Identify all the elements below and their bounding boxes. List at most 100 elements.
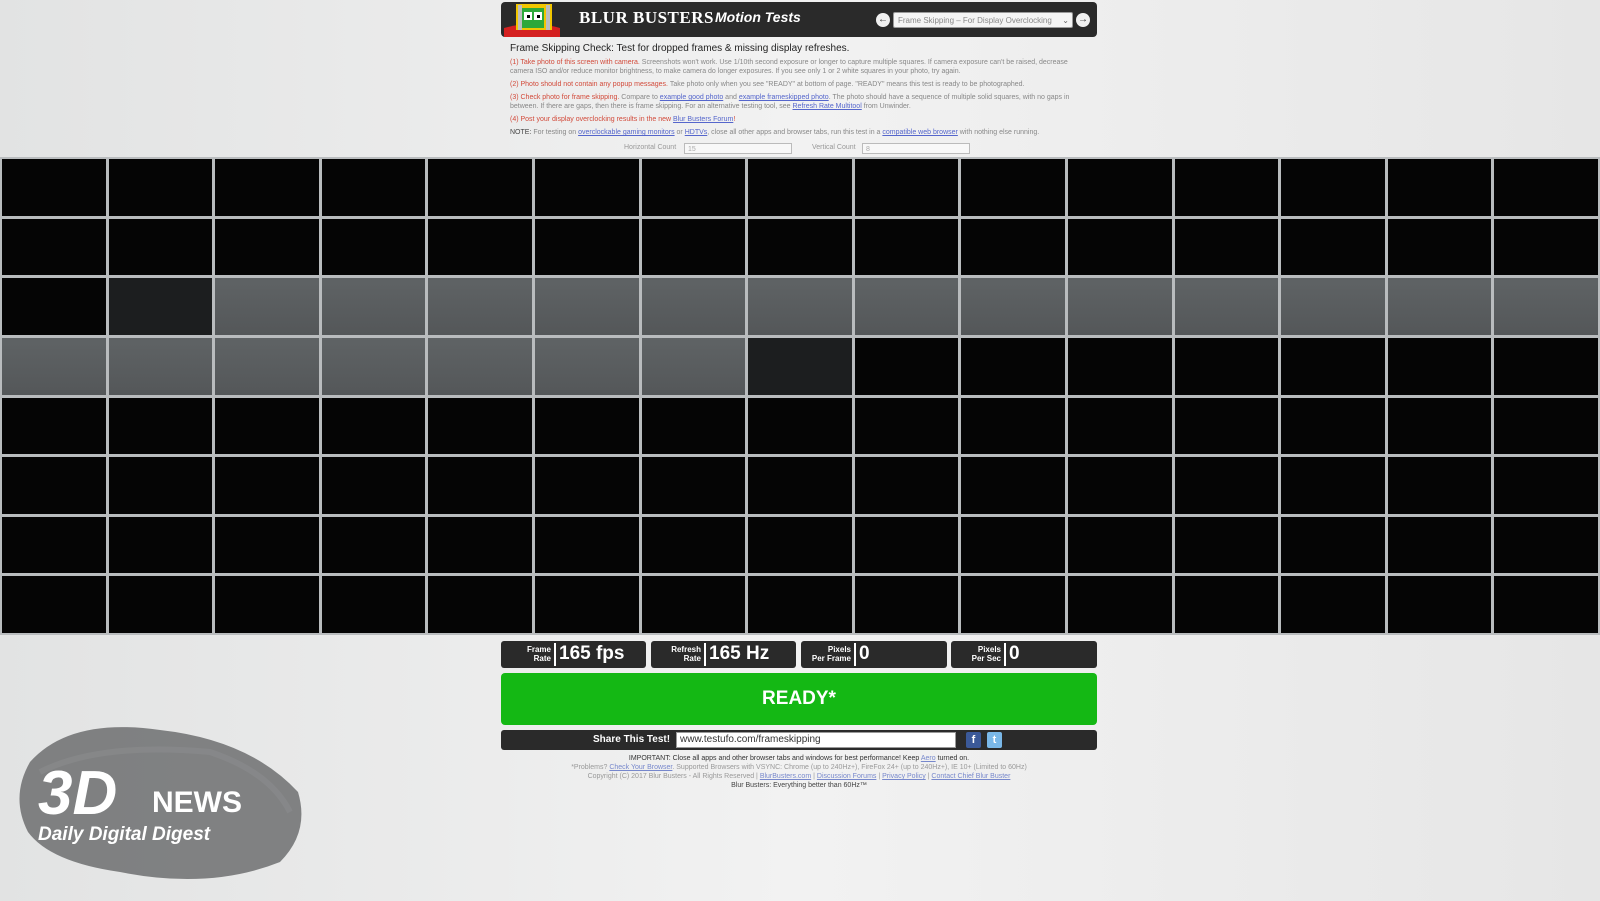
grid-cell [108,278,213,335]
frame-rate-value: 165 fps [559,643,625,664]
page-title: Frame Skipping Check: Test for dropped f… [510,43,850,54]
grid-cell [1174,576,1279,633]
grid-cell [1494,516,1598,574]
grid-cell [961,397,1065,455]
grid-cell [641,337,746,395]
grid-cell [1174,337,1279,395]
grid-cell [2,218,106,276]
horizontal-count-input[interactable]: 15 [684,143,792,154]
pixels-per-frame-value: 0 [859,643,870,664]
grid-cell [428,516,532,574]
grid-cell [534,159,639,216]
grid-cell [1174,218,1279,276]
grid-cell [1387,337,1492,395]
grid-cell [2,397,106,455]
grid-cell [1281,516,1385,574]
overclockable-monitors-link[interactable]: overclockable gaming monitors [578,129,675,136]
grid-cell [215,457,319,514]
grid-cell [321,278,426,335]
aero-link[interactable]: Aero [921,755,936,762]
watermark-news: NEWS [152,786,242,819]
step-2-heading: (2) Photo should not contain any popup m… [510,81,668,88]
test-selector-value: Frame Skipping – For Display Overclockin… [898,16,1052,25]
vertical-count-input[interactable]: 8 [862,143,970,154]
grid-cell [748,337,852,395]
privacy-policy-link[interactable]: Privacy Policy [882,773,926,780]
discussion-forums-link[interactable]: Discussion Forums [817,773,877,780]
watermark-tagline: Daily Digital Digest [38,824,211,845]
grid-cell [1387,457,1492,514]
grid-cell [1067,457,1172,514]
horizontal-count-label: Horizontal Count [624,144,677,151]
refresh-rate-label: Refresh Rate [671,645,701,663]
grid-cell [1494,457,1598,514]
share-url-field[interactable]: www.testufo.com/frameskipping [676,732,956,748]
brand-title: BLUR BUSTERS [579,8,714,27]
grid-cell [321,576,426,633]
grid-cell [1494,278,1598,335]
grid-cell [1387,516,1492,574]
grid-cell [1174,278,1279,335]
grid-cell [1281,576,1385,633]
previous-test-arrow-icon[interactable]: ← [876,13,890,27]
grid-cell [215,278,319,335]
grid-cell [961,576,1065,633]
grid-cell [428,218,532,276]
share-bar: Share This Test! www.testufo.com/framesk… [501,730,1097,750]
grid-cell [321,397,426,455]
blur-busters-logo-icon[interactable] [504,2,560,37]
grid-cell [215,337,319,395]
grid-cell [1281,218,1385,276]
grid-cell [215,218,319,276]
grid-cell [641,278,746,335]
grid-cell [854,457,959,514]
grid-cell [1067,576,1172,633]
test-selector-dropdown[interactable]: Frame Skipping – For Display Overclockin… [893,12,1073,28]
contact-link[interactable]: Contact Chief Blur Buster [931,773,1010,780]
grid-cell [641,218,746,276]
grid-cell [215,397,319,455]
example-frameskipped-photo-link[interactable]: example frameskipped photo [739,94,829,101]
blur-busters-forum-link[interactable]: Blur Busters Forum [673,116,733,123]
grid-cell [854,516,959,574]
step-4-heading: (4) Post your display overclocking resul… [510,116,638,123]
grid-cell [748,457,852,514]
grid-cell [1067,397,1172,455]
example-good-photo-link[interactable]: example good photo [660,94,723,101]
grid-cell [961,516,1065,574]
grid-cell [641,397,746,455]
grid-cell [1281,278,1385,335]
frame-rate-label: Frame Rate [526,645,551,663]
frame-skip-grid-cells [2,159,1598,633]
grid-cell [1494,159,1598,216]
grid-cell [108,576,213,633]
grid-cell [641,159,746,216]
grid-cell [854,337,959,395]
refresh-rate-multitool-link[interactable]: Refresh Rate Multitool [793,103,862,110]
facebook-icon[interactable]: f [966,732,981,748]
note-text: with nothing else running. [957,129,1040,136]
grid-cell [428,457,532,514]
grid-cell [321,218,426,276]
grid-cell [1387,576,1492,633]
grid-cell [215,576,319,633]
grid-cell [1387,278,1492,335]
grid-cell [534,337,639,395]
grid-cell [854,397,959,455]
next-test-arrow-icon[interactable]: → [1076,13,1090,27]
grid-cell [961,337,1065,395]
note-text: For testing on [531,129,579,136]
blurbusters-link[interactable]: BlurBusters.com [760,773,811,780]
grid-cell [1067,278,1172,335]
grid-cell [1281,159,1385,216]
hdtvs-link[interactable]: HDTVs [685,129,708,136]
compatible-browser-link[interactable]: compatible web browser [882,129,957,136]
step-3-text: Compare to [619,94,660,101]
grid-cell [215,159,319,216]
twitter-icon[interactable]: t [987,732,1002,748]
grid-cell [108,337,213,395]
ready-status-banner: READY* [501,673,1097,725]
check-browser-link[interactable]: Check Your Browser [609,764,672,771]
grid-cell [1494,337,1598,395]
grid-cell [108,516,213,574]
